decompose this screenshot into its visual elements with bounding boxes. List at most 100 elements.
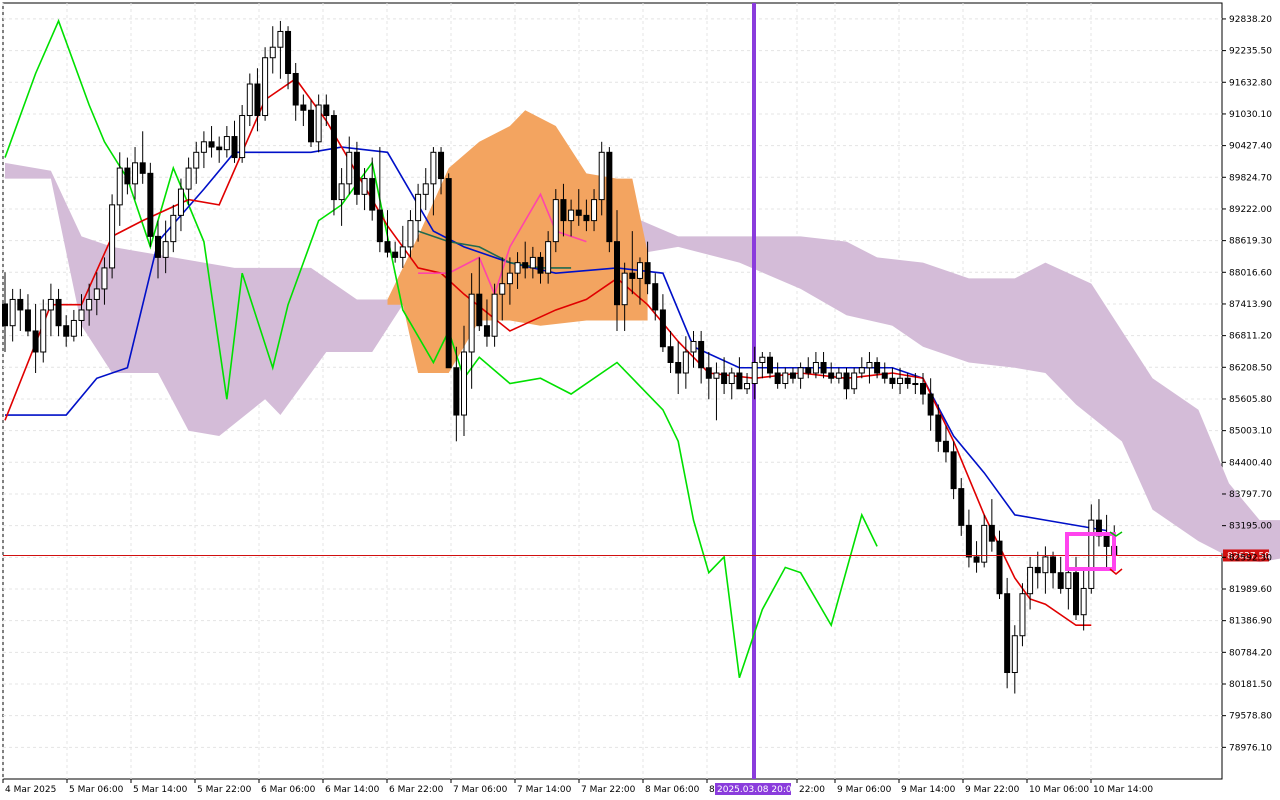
y-tick-label: 79578.80 [1229,712,1272,722]
y-tick-label: 92235.50 [1229,47,1272,57]
candle-body [1050,556,1057,574]
candle-body [805,367,812,374]
candle-body [124,167,131,185]
x-tick-label: 10 Mar 06:00 [1029,785,1089,795]
candle-body [744,383,751,390]
y-tick-label: 81386.90 [1229,617,1272,627]
candle-body [17,298,24,311]
candle-body [392,251,399,258]
candle-body [1019,593,1026,637]
candle-body [445,178,452,369]
candle-body [529,256,536,269]
candle-body [353,151,360,195]
candle-body [1088,519,1095,589]
candle-body [522,262,529,269]
candle-body [200,141,207,153]
candle-body [101,267,108,290]
candle [330,110,337,216]
candle-body [231,136,238,159]
candle-body [942,440,949,453]
candle-body [973,556,980,563]
y-tick-label: 91030.10 [1229,110,1272,120]
candle-body [468,293,475,353]
candle-body [40,309,47,353]
y-tick-label: 80784.20 [1229,648,1272,658]
candle-body [545,241,552,274]
candle-body [93,288,100,300]
candle-body [55,298,62,327]
candle-body [453,367,460,416]
candle-body [682,351,689,374]
candle-body [828,372,835,379]
candle-body [1073,572,1079,616]
candle-body [70,319,77,337]
candle-body [1057,572,1064,589]
candle-body [223,136,230,151]
candle-body [9,298,16,327]
candle-body [483,325,490,337]
candle-body [881,372,888,379]
candle-body [866,361,873,369]
y-tick-label: 88016.60 [1229,268,1272,278]
candle-body [162,241,169,258]
candle-body [690,340,697,353]
candle-body [491,293,498,337]
candle-body [384,241,391,253]
candle-body [292,72,299,106]
candle [147,162,154,247]
candle-body [568,209,575,222]
candle-body [369,178,376,211]
candle-body [476,293,483,327]
candle-body [996,540,1003,595]
candle-body [629,272,636,279]
candle-body [843,372,850,390]
y-tick-label: 90427.40 [1229,142,1272,152]
candle-body [912,383,919,386]
candle-body [812,361,819,374]
candle [445,173,452,369]
x-tick-label: 9 Mar 06:00 [837,785,892,795]
candle-body [216,146,223,151]
candle-body [269,46,276,59]
x-tick-label: 7 Mar 22:00 [581,785,636,795]
candle-body [24,309,31,332]
candle-body [1034,566,1041,574]
candle-body [981,524,988,563]
candle [109,194,116,279]
candle-body [988,524,995,542]
candle-body [308,109,314,143]
candle-body [185,167,192,190]
candle-body [667,346,674,363]
candle-body [514,262,521,274]
candle-body [254,83,261,117]
candle-body [1080,587,1087,616]
candle-body [376,209,383,243]
y-tick-label: 83195.00 [1229,522,1272,532]
y-tick-label: 88619.30 [1229,237,1272,247]
y-tick-label: 85605.80 [1229,395,1272,405]
candle-body [177,188,184,216]
x-tick-label: 6 Mar 06:00 [261,785,316,795]
x-tick-label: 7 Mar 06:00 [453,785,508,795]
candle-body [736,372,743,390]
x-tick-label: 5 Mar 06:00 [69,785,124,795]
candle-body [950,451,957,490]
chart-canvas[interactable]: 2025.03.08 20:00 82627.50 92838.2092235.… [0,0,1280,800]
candle-body [797,367,804,379]
x-tick-label: 8 Mar 06:00 [645,785,700,795]
candle-body [904,377,911,385]
x-tick-label: 22:00 [799,785,825,795]
candle-body [675,361,682,374]
candle-body [698,340,705,369]
y-tick-label: 86811.20 [1229,332,1272,342]
candle-body [920,383,926,395]
candle-body [506,272,513,285]
candle-body [407,220,414,248]
candle-body [889,377,896,385]
candle-body [300,104,307,111]
candle-body [897,377,904,385]
candle-body [935,414,942,442]
candle-body [47,298,54,311]
candle-body [330,115,337,201]
candle-body [2,303,8,327]
